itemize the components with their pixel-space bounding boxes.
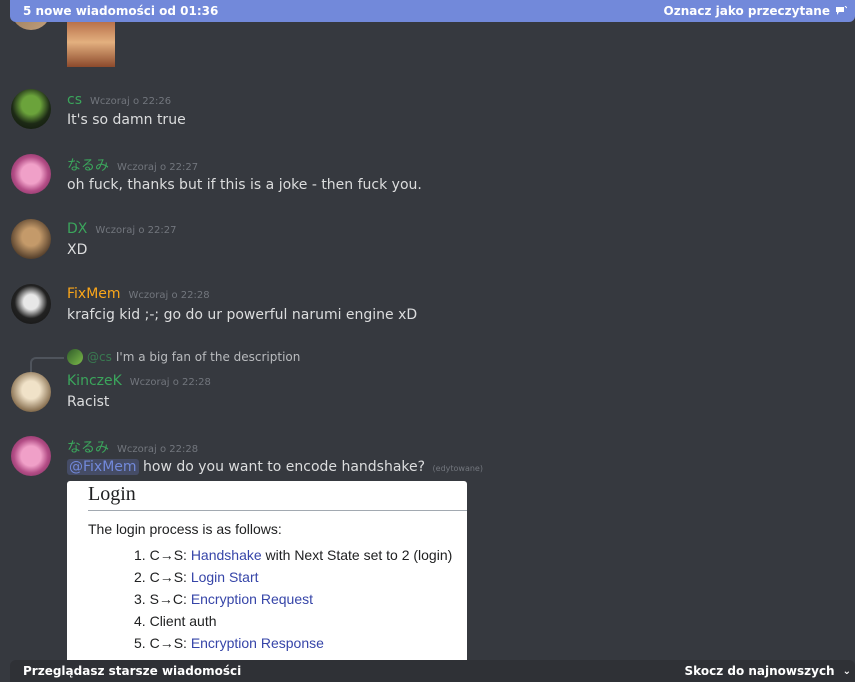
timestamp: Wczoraj o 22:27 (117, 162, 199, 173)
older-messages-bar[interactable]: Przeglądasz starsze wiadomości Skocz do … (10, 660, 855, 682)
avatar[interactable] (11, 372, 51, 412)
avatar[interactable] (11, 154, 51, 194)
reply-preview[interactable]: @cs I'm a big fan of the description (67, 349, 300, 365)
attached-image[interactable] (67, 22, 115, 67)
timestamp: Wczoraj o 22:26 (90, 96, 172, 107)
timestamp: Wczoraj o 22:27 (95, 225, 177, 236)
embed-step: 2. C→S: Login Start (134, 569, 259, 585)
jump-to-present-button[interactable]: Skocz do najnowszych ⌄ (685, 664, 851, 678)
reply-avatar (67, 349, 83, 365)
message-header: DX Wczoraj o 22:27 (67, 221, 176, 237)
message-header: KinczeK Wczoraj o 22:28 (67, 373, 211, 389)
message-list: cs Wczoraj o 22:26 It's so damn true なるみ… (0, 0, 855, 678)
older-messages-text: Przeglądasz starsze wiadomości (23, 664, 242, 678)
author-name[interactable]: なるみ (67, 437, 109, 457)
reply-author[interactable]: @cs (87, 350, 112, 364)
user-mention[interactable]: @FixMem (67, 459, 139, 475)
message-text: It's so damn true (67, 112, 186, 128)
message-header: FixMem Wczoraj o 22:28 (67, 286, 210, 302)
embed-intro: The login process is as follows: (88, 521, 282, 537)
avatar[interactable] (11, 219, 51, 259)
edited-tag: (edytowane) (432, 464, 483, 473)
mark-read-icon (836, 6, 847, 15)
message-text: krafcig kid ;-; go do ur powerful narumi… (67, 307, 418, 323)
embed-step: 1. C→S: Handshake with Next State set to… (134, 547, 453, 563)
avatar[interactable] (11, 284, 51, 324)
embed-heading: Login (88, 483, 467, 511)
author-name[interactable]: なるみ (67, 155, 109, 175)
embedded-image[interactable]: Login The login process is as follows: 1… (67, 481, 467, 678)
new-messages-text[interactable]: 5 nowe wiadomości od 01:36 (23, 4, 218, 18)
avatar[interactable] (11, 436, 51, 476)
mark-as-read-label: Oznacz jako przeczytane (663, 4, 830, 18)
message-text: oh fuck, thanks but if this is a joke - … (67, 177, 422, 193)
embed-step: 4. Client auth (134, 613, 217, 629)
message-body: how do you want to encode handshake? (143, 459, 426, 475)
message-text: @FixMem how do you want to encode handsh… (67, 459, 483, 475)
author-name[interactable]: FixMem (67, 286, 121, 302)
avatar[interactable] (11, 89, 51, 129)
timestamp: Wczoraj o 22:28 (128, 290, 210, 301)
mark-as-read-button[interactable]: Oznacz jako przeczytane (664, 4, 847, 18)
message-text: Racist (67, 394, 110, 410)
jump-to-present-label: Skocz do najnowszych (684, 664, 835, 678)
author-name[interactable]: DX (67, 221, 87, 237)
message-text: XD (67, 242, 88, 258)
author-name[interactable]: cs (67, 92, 82, 108)
embed-step: 5. C→S: Encryption Response (134, 635, 324, 651)
embed-step: 3. S→C: Encryption Request (134, 591, 313, 607)
timestamp: Wczoraj o 22:28 (129, 377, 211, 388)
reply-text[interactable]: I'm a big fan of the description (116, 350, 301, 364)
new-messages-banner[interactable]: 5 nowe wiadomości od 01:36 Oznacz jako p… (10, 0, 855, 22)
chevron-down-icon: ⌄ (842, 665, 851, 677)
embed-link: Encryption Request (190, 591, 313, 607)
message-header: cs Wczoraj o 22:26 (67, 92, 171, 108)
embed-link: Handshake (190, 547, 262, 563)
message-header: なるみ Wczoraj o 22:27 (67, 155, 198, 175)
embed-link: Login Start (190, 569, 259, 585)
author-name[interactable]: KinczeK (67, 373, 122, 389)
embed-link: Encryption Response (190, 635, 324, 651)
message-header: なるみ Wczoraj o 22:28 (67, 437, 198, 457)
timestamp: Wczoraj o 22:28 (117, 444, 199, 455)
